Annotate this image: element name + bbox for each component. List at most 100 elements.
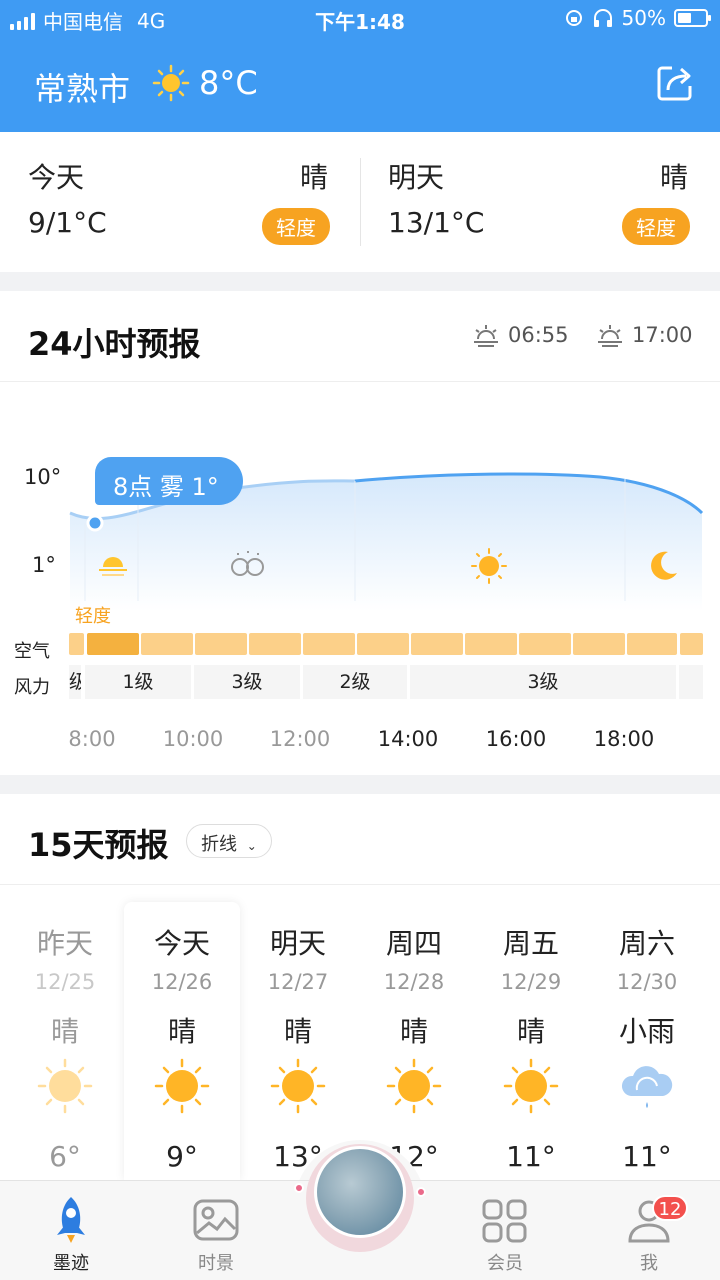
- top-header: 中国电信 4G 下午1:48 50% 常熟市 8°C: [0, 0, 720, 132]
- day-name: 周四: [385, 927, 442, 960]
- hour-label: 10:00: [162, 727, 224, 751]
- lock-rotation-icon: [565, 10, 582, 26]
- notification-badge: 12: [652, 1195, 688, 1221]
- aq-bar-active: [87, 633, 139, 655]
- hour-label: 14:00: [377, 727, 439, 751]
- aq-bar: [465, 633, 517, 655]
- hour-label: 16:00: [485, 727, 547, 751]
- tab-label: 我: [640, 1253, 658, 1274]
- sunset-icon: [598, 325, 622, 347]
- sun-hour-icon: [471, 548, 507, 584]
- sunrise-time: 06:55: [472, 323, 569, 347]
- wind-cell: 3级: [194, 665, 300, 699]
- aq-bar: [249, 633, 301, 655]
- aq-bar: [357, 633, 409, 655]
- day-high-temp: 6°: [49, 1140, 81, 1173]
- hourly-title: 24小时预报: [28, 325, 201, 363]
- today-condition: 晴: [299, 161, 328, 194]
- day-columns: 昨天 12/25 晴 6° 今天 12/26 晴 9° 明天 12/27 晴 13° 周四 12/28 晴 1…: [0, 794, 720, 1180]
- day-condition: 晴: [50, 1015, 79, 1048]
- city-name[interactable]: 常熟市: [34, 64, 130, 110]
- aq-bar: [519, 633, 571, 655]
- day-high-temp: 11°: [506, 1140, 556, 1173]
- day-name: 周五: [502, 927, 559, 960]
- wind-cell: 3级: [410, 665, 676, 699]
- sun-icon: [268, 1056, 328, 1120]
- day-condition: 晴: [167, 1015, 196, 1048]
- wind-cell: 1级: [85, 665, 191, 699]
- day-name: 今天: [153, 927, 210, 960]
- sunset-time: 17:00: [596, 323, 693, 347]
- day-date: 12/25: [34, 970, 96, 994]
- aq-bar: [573, 633, 625, 655]
- tab-member[interactable]: 会员: [450, 1181, 560, 1280]
- y-label-low: 1°: [32, 553, 56, 577]
- day-date: 12/27: [267, 970, 329, 994]
- sunset-text: 17:00: [632, 323, 693, 347]
- aq-bar: [627, 633, 677, 655]
- current-temperature: 8°C: [199, 64, 258, 102]
- status-bar: 中国电信 4G 下午1:48 50%: [0, 0, 720, 36]
- photo-icon: [193, 1199, 239, 1241]
- hourly-forecast-card: 24小时预报 06:55 17:00 10° 1° 8点 雾 1° 轻度 空气 …: [0, 291, 720, 775]
- tab-me[interactable]: 12 我: [594, 1181, 704, 1280]
- tomorrow-label: 明天: [388, 161, 445, 194]
- hour-label: 8:00: [68, 727, 116, 751]
- battery-text: 50%: [621, 6, 666, 30]
- tomorrow-range: 13/1°C: [388, 206, 485, 239]
- today-range: 9/1°C: [28, 206, 107, 239]
- summary-card: 今天 晴 9/1°C 轻度 明天 晴 13/1°C 轻度: [0, 132, 720, 272]
- sun-icon: [152, 64, 190, 102]
- decor-dot: [416, 1187, 426, 1197]
- wind-cell: 2级: [303, 665, 407, 699]
- day-condition: 晴: [516, 1015, 545, 1048]
- sun-icon: [152, 1056, 212, 1120]
- sun-icon: [35, 1056, 95, 1120]
- aq-current-label: 轻度: [75, 606, 111, 627]
- battery-icon: [674, 9, 711, 27]
- tab-label: 会员: [487, 1253, 523, 1274]
- hour-label: 12:00: [269, 727, 331, 751]
- aq-bar: [411, 633, 463, 655]
- day-name: 昨天: [36, 927, 93, 960]
- day-condition: 晴: [399, 1015, 428, 1048]
- decor-dot: [294, 1183, 304, 1193]
- aq-bar: [195, 633, 247, 655]
- day-date: 12/29: [500, 970, 562, 994]
- day-name: 周六: [618, 927, 675, 960]
- aq-bar: [69, 633, 84, 655]
- grid-icon: [482, 1199, 527, 1243]
- aq-bar: [303, 633, 355, 655]
- tab-scenery[interactable]: 时景: [161, 1181, 271, 1280]
- sunrise-icon: [474, 325, 498, 347]
- tomorrow-aq-badge: 轻度: [622, 208, 690, 245]
- tomorrow-summary[interactable]: 明天 晴 13/1°C 轻度: [360, 132, 720, 272]
- cloud-rain-icon: [617, 1056, 677, 1120]
- section-divider: [0, 381, 720, 382]
- rocket-icon: [57, 1197, 85, 1243]
- today-label: 今天: [28, 161, 85, 194]
- day-date: 12/26: [151, 970, 213, 994]
- wind-row-label: 风力: [14, 677, 50, 698]
- tab-label: 时景: [198, 1253, 234, 1274]
- sun-icon: [501, 1056, 561, 1120]
- sun-icon: [384, 1056, 444, 1120]
- day-condition: 小雨: [618, 1015, 675, 1048]
- share-icon[interactable]: [656, 64, 694, 102]
- day-name: 明天: [269, 927, 326, 960]
- tab-moji[interactable]: 墨迹: [16, 1181, 126, 1280]
- sunrise-text: 06:55: [508, 323, 569, 347]
- moon-icon: [651, 551, 677, 580]
- today-summary[interactable]: 今天 晴 9/1°C 轻度: [0, 132, 360, 272]
- day-condition: 晴: [283, 1015, 312, 1048]
- day-date: 12/28: [383, 970, 445, 994]
- live-sky-button[interactable]: [314, 1146, 406, 1238]
- sunrise-weather-icon: [99, 557, 127, 576]
- headphone-icon: [593, 9, 612, 27]
- aq-bar: [680, 633, 703, 655]
- hour-tooltip: 8点 雾 1°: [95, 457, 243, 505]
- tomorrow-condition: 晴: [659, 161, 688, 194]
- y-label-high: 10°: [24, 465, 62, 489]
- hour-label: 18:00: [593, 727, 655, 751]
- app-bar: 常熟市 8°C: [0, 50, 720, 120]
